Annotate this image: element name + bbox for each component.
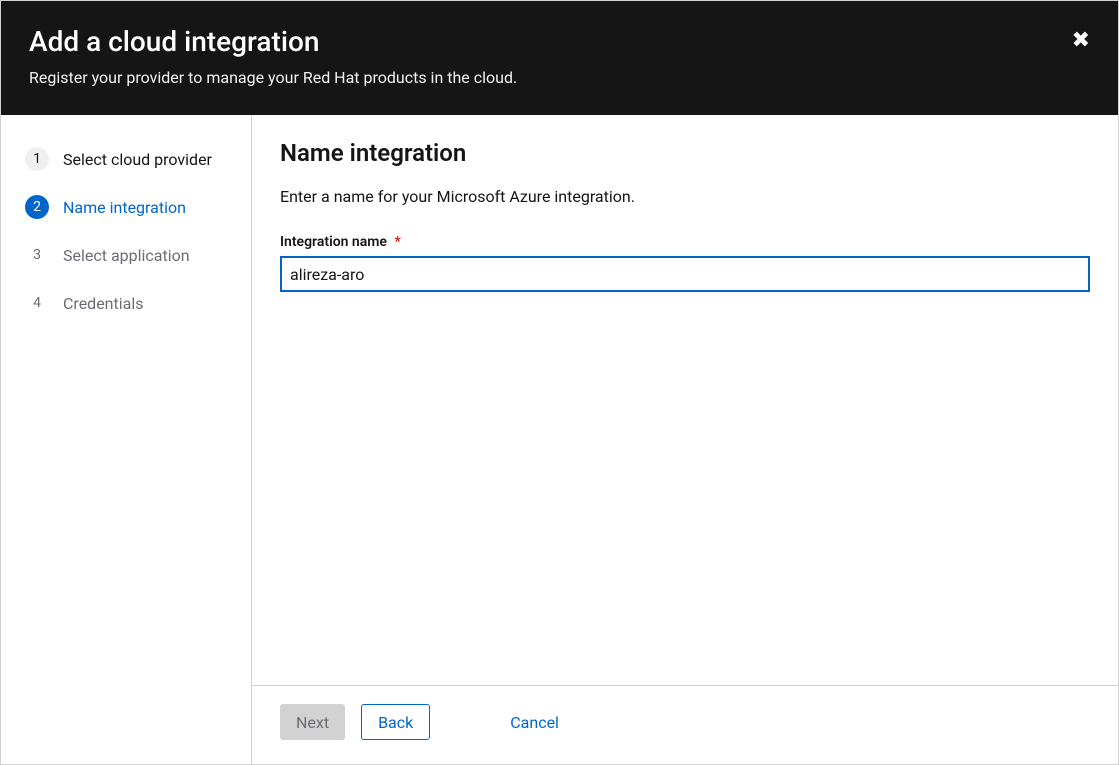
step-label: Credentials bbox=[63, 294, 144, 313]
step-credentials[interactable]: 4 Credentials bbox=[25, 283, 235, 323]
close-button[interactable]: ✖ bbox=[1072, 29, 1090, 51]
back-button[interactable]: Back bbox=[361, 704, 430, 740]
step-select-application[interactable]: 3 Select application bbox=[25, 235, 235, 275]
integration-name-label: Integration name * bbox=[280, 234, 1090, 250]
step-number: 2 bbox=[25, 195, 49, 219]
step-label: Name integration bbox=[63, 198, 186, 217]
required-indicator: * bbox=[394, 234, 400, 250]
step-number: 1 bbox=[25, 147, 49, 171]
step-select-cloud-provider[interactable]: 1 Select cloud provider bbox=[25, 139, 235, 179]
integration-name-input[interactable] bbox=[280, 256, 1090, 292]
cancel-button[interactable]: Cancel bbox=[494, 704, 575, 740]
wizard-moin: Name integration Enter a name for your M… bbox=[252, 115, 1118, 764]
modal-title: Add a cloud integration bbox=[29, 25, 1090, 58]
modal-subtitle: Register your provider to manage your Re… bbox=[29, 68, 1090, 87]
add-cloud-integration-modal: Add a cloud integration Register your pr… bbox=[0, 0, 1119, 765]
modal-body: 1 Select cloud provider 2 Name integrati… bbox=[1, 115, 1118, 764]
wizard-footer: Next Back Cancel bbox=[252, 685, 1118, 764]
step-name-integration[interactable]: 2 Name integration bbox=[25, 187, 235, 227]
modal-header: Add a cloud integration Register your pr… bbox=[1, 1, 1118, 115]
step-label: Select application bbox=[63, 246, 190, 265]
field-label-text: Integration name bbox=[280, 234, 387, 250]
step-content: Name integration Enter a name for your M… bbox=[252, 115, 1118, 685]
step-heading: Name integration bbox=[280, 139, 1090, 167]
step-description: Enter a name for your Microsoft Azure in… bbox=[280, 187, 1090, 206]
step-label: Select cloud provider bbox=[63, 150, 212, 169]
step-number: 3 bbox=[25, 243, 49, 267]
step-number: 4 bbox=[25, 291, 49, 315]
close-icon: ✖ bbox=[1072, 27, 1090, 52]
wizard-steps-sidebar: 1 Select cloud provider 2 Name integrati… bbox=[1, 115, 252, 764]
next-button[interactable]: Next bbox=[280, 704, 345, 740]
